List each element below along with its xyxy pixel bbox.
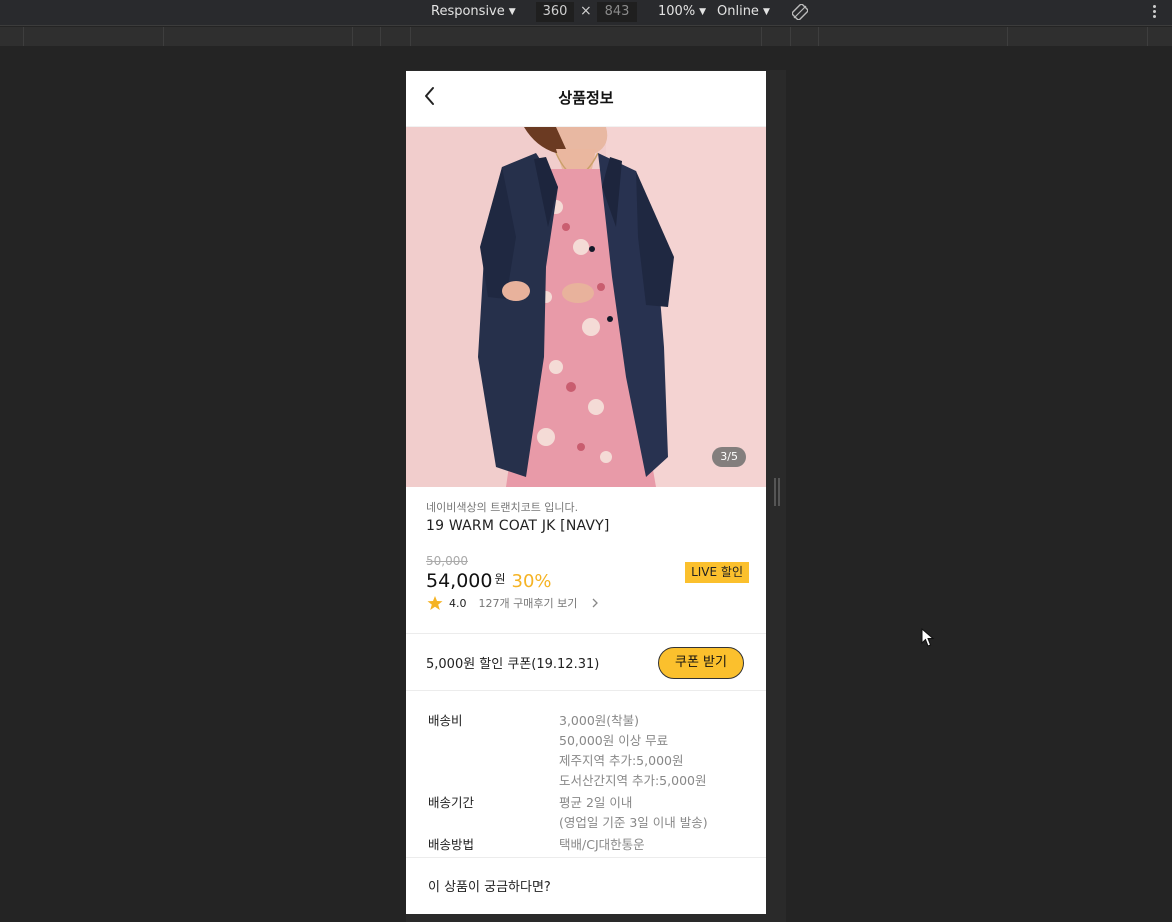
sale-price: 54,000	[426, 570, 493, 592]
image-counter: 3/5	[712, 447, 746, 467]
shipping-value: 도서산간지역 추가:5,000원	[559, 773, 707, 788]
shipping-value: 3,000원(착불)	[559, 713, 640, 728]
get-coupon-button[interactable]: 쿠폰 받기	[658, 647, 744, 679]
shipping-value: 50,000원 이상 무료	[559, 733, 669, 748]
rating-row[interactable]: 4.0 127개 구매후기 보기	[426, 595, 746, 611]
reviews-link[interactable]: 127개 구매후기 보기	[479, 595, 578, 611]
shipping-row-period: 배송기간 평균 2일 이내 (영업일 기준 3일 이내 발송)	[428, 793, 744, 833]
live-discount-badge: LIVE 할인	[685, 562, 749, 583]
device-mode-label: Responsive	[431, 4, 505, 19]
app-header: 상품정보	[406, 71, 766, 127]
shipping-value: 택배/CJ대한통운	[559, 837, 645, 852]
shipping-row-fee: 배송비 3,000원(착불) 50,000원 이상 무료 제주지역 추가:5,0…	[428, 711, 744, 791]
dimension-separator: ×	[580, 3, 592, 19]
zoom-label: 100%	[658, 4, 696, 19]
network-label: Online	[717, 4, 759, 19]
device-mode-select[interactable]: Responsive ▼	[431, 4, 516, 19]
shipping-value: (영업일 기준 3일 이내 발송)	[559, 815, 708, 830]
product-question-bar[interactable]: 이 상품이 궁금하다면?	[406, 857, 766, 914]
coupon-section: 5,000원 할인 쿠폰(19.12.31) 쿠폰 받기	[406, 634, 766, 691]
caret-down-icon: ▼	[762, 7, 770, 17]
network-throttle-select[interactable]: Online ▼	[717, 4, 770, 19]
page-title: 상품정보	[558, 89, 614, 107]
caret-down-icon: ▼	[508, 7, 516, 17]
shipping-label: 배송기간	[428, 795, 475, 810]
shipping-label: 배송비	[428, 713, 463, 728]
shipping-row-method: 배송방법 택배/CJ대한통운	[428, 835, 744, 855]
shipping-values: 평균 2일 이내 (영업일 기준 3일 이내 발송)	[559, 793, 708, 833]
star-icon	[427, 596, 443, 610]
product-name: 19 WARM COAT JK [NAVY]	[426, 518, 610, 534]
discount-rate: 30%	[511, 571, 552, 592]
rating-value: 4.0	[449, 596, 467, 610]
kebab-menu-icon[interactable]	[1150, 4, 1158, 20]
zoom-select[interactable]: 100% ▼	[658, 4, 706, 19]
shipping-value: 제주지역 추가:5,000원	[559, 753, 684, 768]
rotate-icon[interactable]	[792, 4, 808, 20]
product-photo	[406, 127, 766, 487]
product-image[interactable]: 3/5	[406, 127, 766, 487]
devtools-toolbar: Responsive ▼ 360 × 843 100% ▼ Online ▼	[0, 0, 1172, 26]
caret-down-icon: ▼	[699, 7, 707, 17]
coupon-text: 5,000원 할인 쿠폰(19.12.31)	[426, 657, 600, 672]
mouse-cursor-icon	[921, 628, 935, 647]
product-info: 네이비색상의 트랜치코트 입니다. 19 WARM COAT JK [NAVY]…	[406, 487, 766, 634]
height-input[interactable]: 843	[597, 2, 637, 22]
resize-handle[interactable]	[774, 478, 780, 506]
shipping-value: 평균 2일 이내	[559, 795, 633, 810]
currency-label: 원	[494, 572, 506, 586]
shipping-label: 배송방법	[428, 837, 475, 852]
media-query-ruler	[0, 27, 1172, 46]
chevron-right-icon	[592, 598, 599, 608]
device-viewport: 상품정보 3/5 네이비색상의 트랜치코트 입니다. 19 WARM COAT …	[406, 71, 766, 914]
question-text: 이 상품이 궁금하다면?	[428, 880, 551, 895]
shipping-info: 배송비 3,000원(착불) 50,000원 이상 무료 제주지역 추가:5,0…	[406, 691, 766, 855]
shipping-values: 택배/CJ대한통운	[559, 835, 645, 855]
width-input[interactable]: 360	[536, 2, 574, 22]
product-subtitle: 네이비색상의 트랜치코트 입니다.	[426, 501, 579, 514]
shipping-values: 3,000원(착불) 50,000원 이상 무료 제주지역 추가:5,000원 …	[559, 711, 706, 791]
